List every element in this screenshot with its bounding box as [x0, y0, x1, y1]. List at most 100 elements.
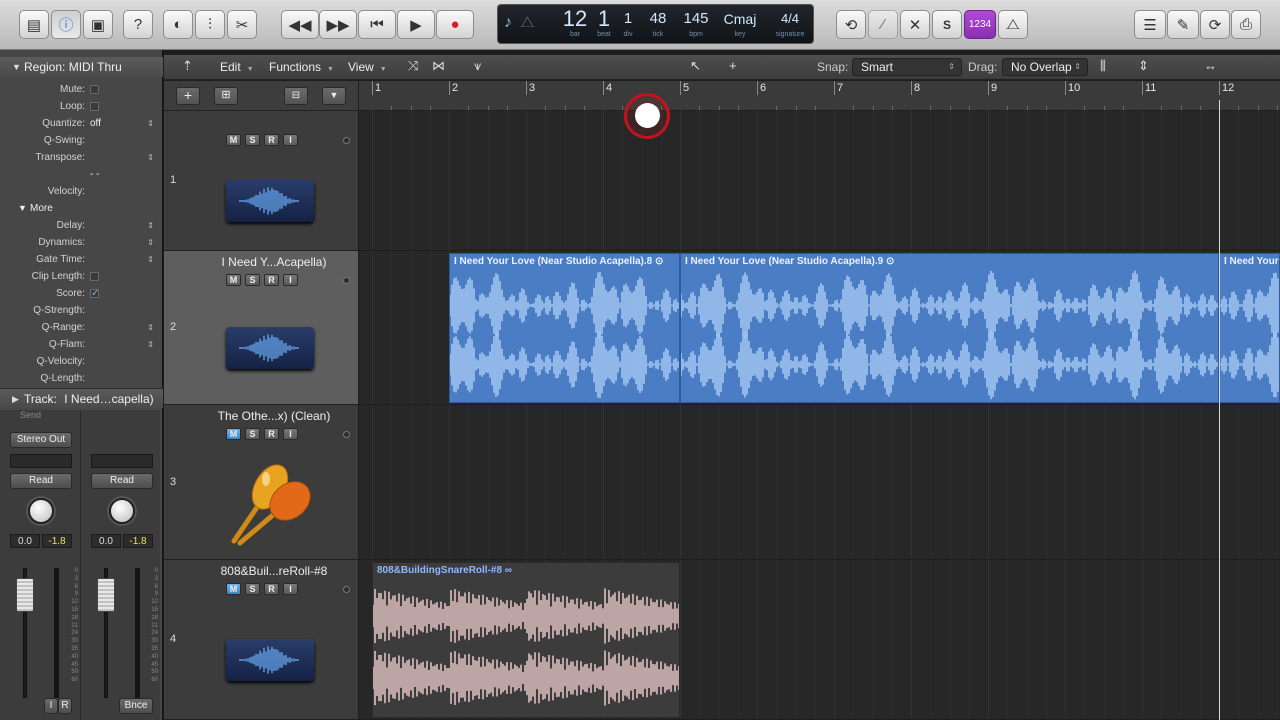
mute-button[interactable]: M: [226, 134, 241, 146]
mixer-icon[interactable]: ⫶: [195, 10, 225, 39]
browser-icon[interactable]: ⎙: [1231, 10, 1261, 39]
vertical-zoom-icon[interactable]: ⇕: [1138, 58, 1149, 74]
playhead[interactable]: [1219, 100, 1220, 720]
checkbox[interactable]: [90, 102, 99, 111]
inspector-row[interactable]: Clip Length:: [0, 268, 163, 285]
mute-button[interactable]: M: [226, 428, 241, 440]
inspector-row[interactable]: Dynamics: ⇕: [0, 234, 163, 251]
input-monitor-button[interactable]: I: [283, 274, 298, 286]
group-slot[interactable]: [10, 454, 72, 468]
list-editor-icon[interactable]: ☰: [1134, 10, 1166, 39]
cycle-icon[interactable]: ⟲: [836, 10, 866, 39]
inspector-row[interactable]: - -: [0, 166, 163, 183]
volume-fader[interactable]: [97, 578, 115, 612]
lcd-display[interactable]: ♪ ⧍ 12 bar 1 beat 1 div 48 tick 145 bpm Cmaj k…: [497, 4, 814, 44]
notepad-icon[interactable]: ✎: [1167, 10, 1199, 39]
stepper-icon[interactable]: ⇕: [147, 336, 154, 353]
track-options-icon[interactable]: ▼: [322, 87, 346, 105]
stepper-icon[interactable]: ⇕: [147, 319, 154, 336]
record-enable-button[interactable]: R: [264, 134, 279, 146]
inspector-row[interactable]: Gate Time: ⇕: [0, 251, 163, 268]
solo-button[interactable]: S: [245, 428, 260, 440]
record-icon[interactable]: ●: [436, 10, 474, 39]
bar-ruler[interactable]: 1 2 3 4 5 6 7 8 9 10 11 12: [359, 81, 1280, 111]
solo-button[interactable]: S: [245, 583, 260, 595]
inspector-row[interactable]: Transpose: ⇕: [0, 149, 163, 166]
automation-mode-button[interactable]: Read: [91, 473, 153, 489]
pointer-tool-icon[interactable]: ↖: [690, 58, 701, 74]
bounce-button[interactable]: Bnce: [119, 698, 153, 714]
track-power-icon[interactable]: [343, 137, 350, 144]
global-tracks-icon[interactable]: ⊟: [284, 87, 308, 105]
inspector-row[interactable]: Q-Range: ⇕: [0, 319, 163, 336]
volume-fader[interactable]: [16, 578, 34, 612]
inspector-row[interactable]: Quantize: off ⇕: [0, 115, 163, 132]
checkbox[interactable]: ✓: [90, 289, 99, 299]
record-enable-button[interactable]: R: [264, 583, 279, 595]
horizontal-zoom-icon[interactable]: ↔: [1204, 58, 1217, 73]
track-name[interactable]: The Othe...x) (Clean): [194, 409, 354, 423]
drag-select[interactable]: No Overlap ⇕: [1002, 58, 1088, 76]
waveform-zoom-icon[interactable]: ⫼: [1100, 58, 1106, 74]
input-monitor-button[interactable]: I: [44, 698, 58, 714]
play-icon[interactable]: ▶: [397, 10, 435, 39]
stepper-icon[interactable]: ⇕: [147, 251, 154, 268]
pan-knob[interactable]: [109, 498, 135, 524]
output-button[interactable]: Stereo Out: [10, 432, 72, 448]
inspector-row[interactable]: Score: ✓: [0, 285, 163, 302]
replace-icon[interactable]: ✕: [900, 10, 930, 39]
inspector-row[interactable]: Velocity:: [0, 183, 163, 200]
input-monitor-button[interactable]: I: [283, 583, 298, 595]
rewind-icon[interactable]: ◀◀: [281, 10, 319, 39]
solo-button[interactable]: S: [245, 134, 260, 146]
catch-playhead-icon[interactable]: ⇡: [182, 58, 193, 74]
track-inspector-header[interactable]: ▶ Track: I Need…capella): [0, 388, 163, 408]
loop-browser-icon[interactable]: ⟳: [1200, 10, 1230, 39]
snap-select[interactable]: Smart ⇕: [852, 58, 962, 76]
tuner-icon[interactable]: ⁄: [868, 10, 898, 39]
info-icon[interactable]: ⓘ: [51, 10, 81, 39]
automation-mode-button[interactable]: Read: [10, 473, 72, 489]
audio-region[interactable]: 808&BuildingSnareRoll-#8 ∞: [372, 562, 680, 718]
track-power-icon[interactable]: [343, 431, 350, 438]
smart-controls-icon[interactable]: ◐: [163, 10, 193, 39]
inspector-row[interactable]: Q-Strength:: [0, 302, 163, 319]
region-inspector-header[interactable]: ▼ Region: MIDI Thru: [0, 57, 163, 77]
checkbox[interactable]: [90, 272, 99, 281]
solo-button[interactable]: S: [932, 10, 962, 39]
inspector-row[interactable]: Q-Length:: [0, 370, 163, 387]
record-enable-button[interactable]: R: [264, 428, 279, 440]
track-power-icon[interactable]: [343, 586, 350, 593]
stepper-icon[interactable]: ⇕: [147, 115, 154, 132]
stepper-icon[interactable]: ⇕: [147, 234, 154, 251]
pencil-tool-icon[interactable]: +: [729, 58, 737, 73]
view-menu[interactable]: View ▼: [348, 60, 387, 74]
track-name[interactable]: I Need Y...Acapella): [194, 255, 354, 269]
filter-icon[interactable]: ⩛: [474, 58, 481, 74]
count-in-button[interactable]: 1234: [964, 10, 996, 39]
inspector-row[interactable]: Delay: ⇕: [0, 217, 163, 234]
track-header[interactable]: 3 The Othe...x) (Clean) M S R I: [164, 405, 358, 560]
inspector-row[interactable]: Q-Swing:: [0, 132, 163, 149]
track-power-icon[interactable]: [343, 277, 350, 284]
mute-button[interactable]: M: [226, 274, 241, 286]
input-monitor-button[interactable]: I: [283, 134, 298, 146]
inspector-row[interactable]: Q-Velocity:: [0, 353, 163, 370]
record-enable-button[interactable]: R: [264, 274, 279, 286]
go-to-start-icon[interactable]: ⏮: [358, 10, 396, 39]
metronome-icon-button[interactable]: ⧍: [998, 10, 1028, 39]
track-lane[interactable]: [359, 111, 1280, 251]
audio-region[interactable]: I Need Your Love (Near Studio Acapella).…: [449, 253, 680, 403]
toolbar-icon[interactable]: ▣: [83, 10, 113, 39]
solo-button[interactable]: S: [245, 274, 260, 286]
help-icon[interactable]: ?: [123, 10, 153, 39]
group-slot[interactable]: [91, 454, 153, 468]
library-icon[interactable]: ▤: [19, 10, 49, 39]
track-header[interactable]: 4 808&Buil...reRoll-#8 M S R I: [164, 560, 358, 720]
more-disclosure[interactable]: ▼ More: [0, 200, 163, 217]
inspector-row[interactable]: Mute:: [0, 81, 163, 98]
track-lane[interactable]: [359, 405, 1280, 560]
stepper-icon[interactable]: ⇕: [147, 149, 154, 166]
inspector-row[interactable]: Loop:: [0, 98, 163, 115]
record-enable-button[interactable]: R: [58, 698, 72, 714]
